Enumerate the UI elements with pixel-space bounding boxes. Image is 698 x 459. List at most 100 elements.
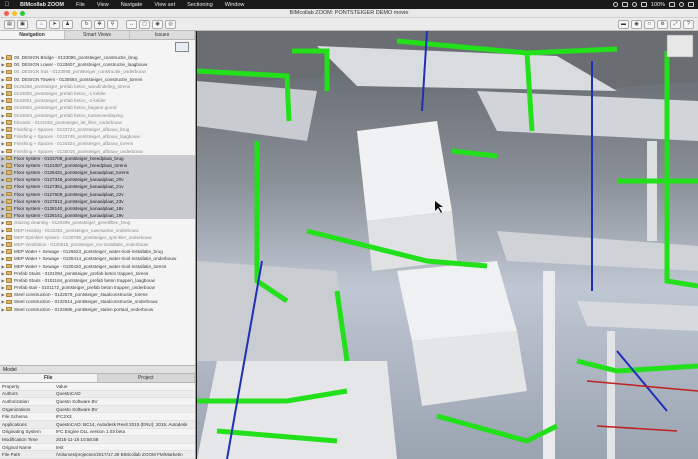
menu-navigate[interactable]: Navigate — [115, 2, 149, 8]
zoom-icon[interactable]: ⚲ — [107, 19, 118, 29]
tree-item[interactable]: ▶ 0134801_pontsteiger_prefab beton_-2 kel… — [0, 97, 195, 104]
property-row[interactable]: Modification Time 2015-11-18 10:56:58 — [0, 436, 195, 444]
tree-item-label: Steel construction - 0132514_pontsteiger… — [14, 299, 158, 305]
tree-item[interactable]: ▶ 0134802_pontsteiger_prefab beton_begane… — [0, 104, 195, 111]
tree-item[interactable]: ▶ Floor system - 0121007_pontsteiger_bree… — [0, 161, 195, 169]
tree-item[interactable]: ▶ Steel construction - 0134885_pontsteige… — [0, 306, 195, 313]
tab-issues[interactable]: Issues — [130, 31, 195, 39]
tree-item[interactable]: ▶ 00. DESIGN Towers - 0130664_pontsteiger… — [0, 76, 195, 83]
property-row[interactable]: File Path/Volumes/projecten/2017/17.39 B… — [0, 451, 195, 459]
sectionbox-icon[interactable]: □ — [644, 19, 655, 29]
tree-item[interactable]: ▶ Prefab Stairs - 0101164_pontsteiger_pre… — [0, 277, 195, 284]
model-tabs: File Project — [0, 374, 195, 383]
tree-item[interactable]: ▶ MEP Water + Sewage - 0130414_pontsteige… — [0, 255, 195, 262]
tree-item[interactable]: ▶ Floor system - 0127351_pontsteiger_kana… — [0, 183, 195, 191]
clock-icon[interactable] — [612, 2, 618, 7]
display-icon[interactable] — [621, 2, 628, 7]
property-row[interactable]: Authors QuestoCAD — [0, 390, 195, 399]
open-file-icon[interactable]: ▤ — [4, 19, 15, 29]
tree-item[interactable]: ▶ 0126268_pontsteiger_prefab beton_wandin… — [0, 83, 195, 90]
menu-view[interactable]: View — [91, 2, 115, 8]
measure-icon[interactable]: ↔ — [126, 19, 137, 29]
tree-item[interactable]: ▶ MEP Heating - 0132401_pontsteiger_ruwes… — [0, 227, 195, 234]
grid-view-icon[interactable] — [175, 42, 189, 52]
tree-item[interactable]: ▶ Prefab Stairs - 0101084_pontsteiger_pre… — [0, 270, 195, 277]
home-view-icon[interactable]: ⌂ — [36, 19, 47, 29]
apple-icon[interactable]:  — [0, 2, 14, 8]
property-key: Original Name — [2, 444, 32, 450]
tree-item-label: Floor system - 0103706_pontsteiger_breed… — [14, 155, 124, 161]
property-row[interactable]: Originating System IFC Engine DLL version… — [0, 429, 195, 437]
tree-item[interactable]: ▶ Steel construction - 0122579_pontsteige… — [0, 291, 195, 298]
tree-item[interactable]: ▶ 00. DESIGN Bridge - 0133096_pontsteiger… — [0, 54, 195, 61]
tree-item[interactable]: ▶ Prefab stair - 0101172_pontsteiger_pref… — [0, 284, 195, 291]
property-row[interactable]: Authorization Questo Software BV — [0, 398, 195, 406]
tree-item-label: Steel construction - 0134885_pontsteiger… — [14, 306, 154, 312]
tree-item[interactable]: ▶ Finishing + Spaces - 0133724_pontsteige… — [0, 126, 195, 133]
tree-item[interactable]: ▶ Finishing + Spaces - 0135015_pontsteige… — [0, 147, 195, 154]
save-icon[interactable]: ▣ — [17, 19, 28, 29]
3d-viewport[interactable] — [197, 31, 698, 459]
wifi-icon[interactable] — [631, 2, 637, 7]
tree-item[interactable]: ▶ 0134800_pontsteiger_prefab beton_-1 kel… — [0, 90, 195, 97]
menu-list-icon[interactable] — [688, 2, 694, 7]
tree-item[interactable]: ▶ 00. DESIGN Lower - 0133607_pontsteiger_… — [0, 61, 195, 68]
visibility-icon[interactable]: ◎ — [165, 19, 176, 29]
tree-item[interactable]: ▶ Finishing + Spaces - 0133745_pontsteige… — [0, 133, 195, 140]
menu-sectioning[interactable]: Sectioning — [181, 2, 219, 8]
property-row[interactable]: Property Value — [0, 383, 195, 391]
tree-item[interactable]: ▶ MEP Sprinkler system - 0130798_pontstei… — [0, 234, 195, 241]
property-row[interactable]: Applications QuestoCAD: BC14, Autodesk Re… — [0, 420, 195, 429]
tab-file[interactable]: File — [0, 374, 98, 382]
property-value: test — [56, 444, 64, 450]
zoom-window-button[interactable] — [20, 11, 25, 16]
folder-icon — [6, 69, 12, 75]
orbit-icon[interactable]: ↻ — [81, 19, 92, 29]
tree-item[interactable]: ▶ MEP Water + Sewage - 0126623_pontsteige… — [0, 248, 195, 255]
tree-item-label: Prefab Stairs - 0101164_pontsteiger_pref… — [14, 277, 155, 283]
tree-item[interactable]: ▶ Elevator - 0131002_pontsteiger_lat_life… — [0, 119, 195, 126]
minimize-window-button[interactable] — [12, 11, 17, 16]
tree-item[interactable]: ▶ Floor system - 0128140_pontsteiger_kana… — [0, 204, 195, 213]
property-row[interactable]: File Schema IFC2X3 — [0, 413, 195, 421]
search-icon[interactable] — [679, 2, 684, 7]
property-row[interactable]: Original Name test — [0, 444, 195, 452]
walk-icon[interactable]: ♟ — [62, 19, 73, 29]
view-cube-icon[interactable] — [666, 34, 694, 58]
tree-item[interactable]: ▶ Floor system - 0126431_pontsteiger_kana… — [0, 169, 195, 177]
tree-item[interactable]: ▶ 00. DESIGN Sus - 0133095_pontsteiger_co… — [0, 68, 195, 75]
menu-window[interactable]: Window — [219, 2, 251, 8]
camera-icon[interactable]: ◉ — [152, 19, 163, 29]
pan-icon[interactable]: ✥ — [94, 19, 105, 29]
fullscreen-icon[interactable]: ⤢ — [670, 19, 681, 29]
tree-item[interactable]: ▶ 0134803_pontsteiger_prefab beton_tussen… — [0, 112, 195, 119]
tree-item[interactable]: ▶ Floor system - 0127348_pontsteiger_kana… — [0, 176, 195, 184]
menu-view-set[interactable]: View set — [148, 2, 181, 8]
tree-item-label: Floor system - 0121007_pontsteiger_breed… — [14, 162, 128, 168]
battery-icon[interactable] — [669, 2, 675, 7]
menu-app-name[interactable]: BIMcollab ZOOM — [14, 2, 70, 8]
shading-icon[interactable]: ◉ — [631, 19, 642, 29]
property-row[interactable]: Organizations Questo Software BV — [0, 405, 195, 414]
tree-item[interactable]: ▶ MEP Ventilation - 0130618_pontsteiger_m… — [0, 241, 195, 248]
tree-item[interactable]: ▶ Steel construction - 0132514_pontsteige… — [0, 298, 195, 305]
tab-project[interactable]: Project — [98, 374, 195, 382]
select-icon[interactable]: ➤ — [49, 19, 60, 29]
tree-item-label: 0134800_pontsteiger_prefab beton_-1 keld… — [14, 91, 106, 97]
tab-navigation[interactable]: Navigation — [0, 31, 65, 39]
tree-item[interactable]: ▶ Floor system - 0103706_pontsteiger_bree… — [0, 154, 195, 162]
tree-item[interactable]: ▶ Floor system - 0127612_pontsteiger_kana… — [0, 197, 195, 205]
section-icon[interactable]: ▢ — [139, 19, 150, 29]
tab-smart-views[interactable]: Smart Views — [65, 31, 130, 39]
menu-file[interactable]: File — [70, 2, 91, 8]
tree-item[interactable]: ▶ Floor system - 0128141_pontsteiger_kana… — [0, 212, 195, 220]
help-icon[interactable]: ? — [683, 19, 694, 29]
close-window-button[interactable] — [4, 11, 9, 16]
volume-icon[interactable] — [640, 2, 647, 7]
tree-item[interactable]: ▶ MEP Water + Sewage - 0130420_pontsteige… — [0, 262, 195, 269]
tree-item[interactable]: ▶ Glazing cleaning - 0120396_pontsteiger_… — [0, 219, 195, 226]
tree-item[interactable]: ▶ Finishing + Spaces - 0134324_pontsteige… — [0, 140, 195, 147]
view-mode-icon[interactable]: ▬ — [618, 19, 629, 29]
settings-icon[interactable]: ⚙ — [657, 19, 668, 29]
tree-item[interactable]: ▶ Floor system - 0127609_pontsteiger_kana… — [0, 190, 195, 198]
